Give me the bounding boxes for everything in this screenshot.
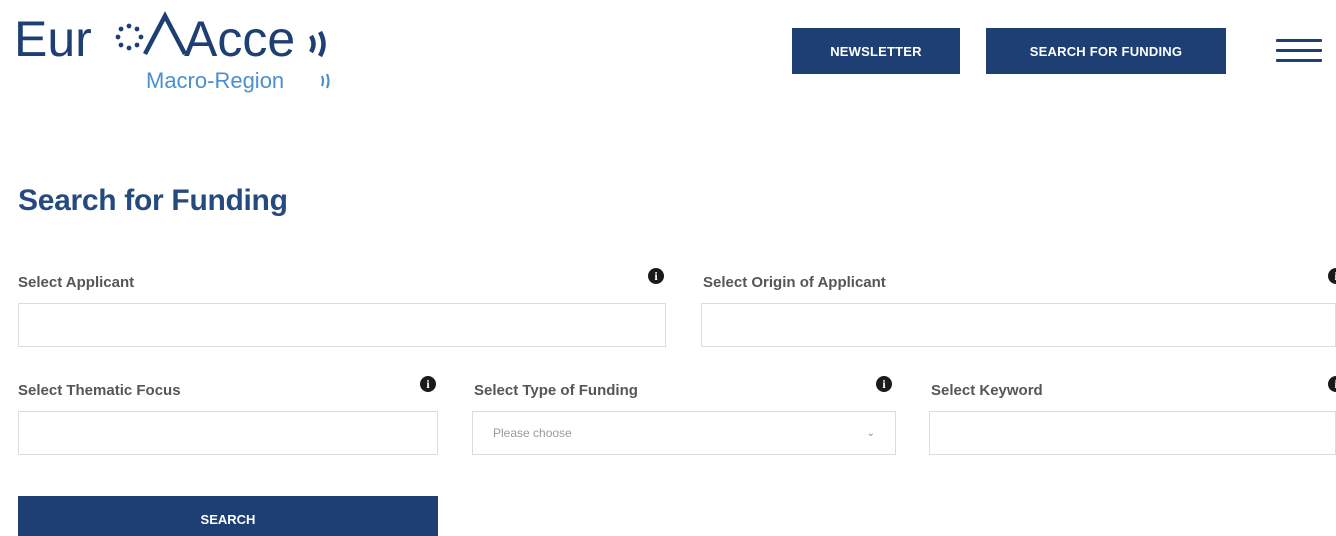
- keyword-info-icon[interactable]: i: [1328, 376, 1336, 392]
- applicant-info-icon[interactable]: i: [648, 268, 664, 284]
- funding-type-select[interactable]: Please choose ⌄: [472, 411, 896, 455]
- applicant-input[interactable]: [18, 303, 666, 347]
- logo-wave-2: [318, 30, 326, 58]
- search-for-funding-button[interactable]: SEARCH FOR FUNDING: [986, 28, 1226, 74]
- logo-subtext: Macro-Region: [146, 68, 284, 93]
- thematic-input[interactable]: [18, 411, 438, 455]
- search-button[interactable]: SEARCH: [18, 496, 438, 536]
- funding-type-label: Select Type of Funding: [474, 382, 638, 399]
- origin-input[interactable]: [701, 303, 1336, 347]
- page-title: Search for Funding: [18, 184, 288, 217]
- newsletter-button[interactable]: NEWSLETTER: [792, 28, 960, 74]
- logo-wave-1: [309, 34, 316, 54]
- hamburger-menu-icon[interactable]: [1276, 39, 1322, 67]
- thematic-label: Select Thematic Focus: [18, 382, 181, 399]
- keyword-input[interactable]: [929, 411, 1336, 455]
- thematic-info-icon[interactable]: i: [420, 376, 436, 392]
- funding-type-selected: Please choose: [493, 426, 572, 440]
- chevron-down-icon: ⌄: [866, 427, 875, 439]
- keyword-label: Select Keyword: [931, 382, 1043, 399]
- origin-info-icon[interactable]: i: [1328, 268, 1336, 284]
- logo-graphic: Eur Acce Macro-Region: [14, 11, 330, 93]
- logo-text-eur: Eur: [14, 11, 92, 67]
- funding-type-info-icon[interactable]: i: [876, 376, 892, 392]
- logo-text-acce: Acce: [184, 11, 295, 67]
- euroaccess-logo[interactable]: Eur Acce Macro-Region: [14, 6, 344, 98]
- origin-label: Select Origin of Applicant: [703, 274, 886, 291]
- logo-star-ring: [115, 23, 144, 51]
- logo-lambda: [143, 11, 187, 56]
- applicant-label: Select Applicant: [18, 274, 135, 291]
